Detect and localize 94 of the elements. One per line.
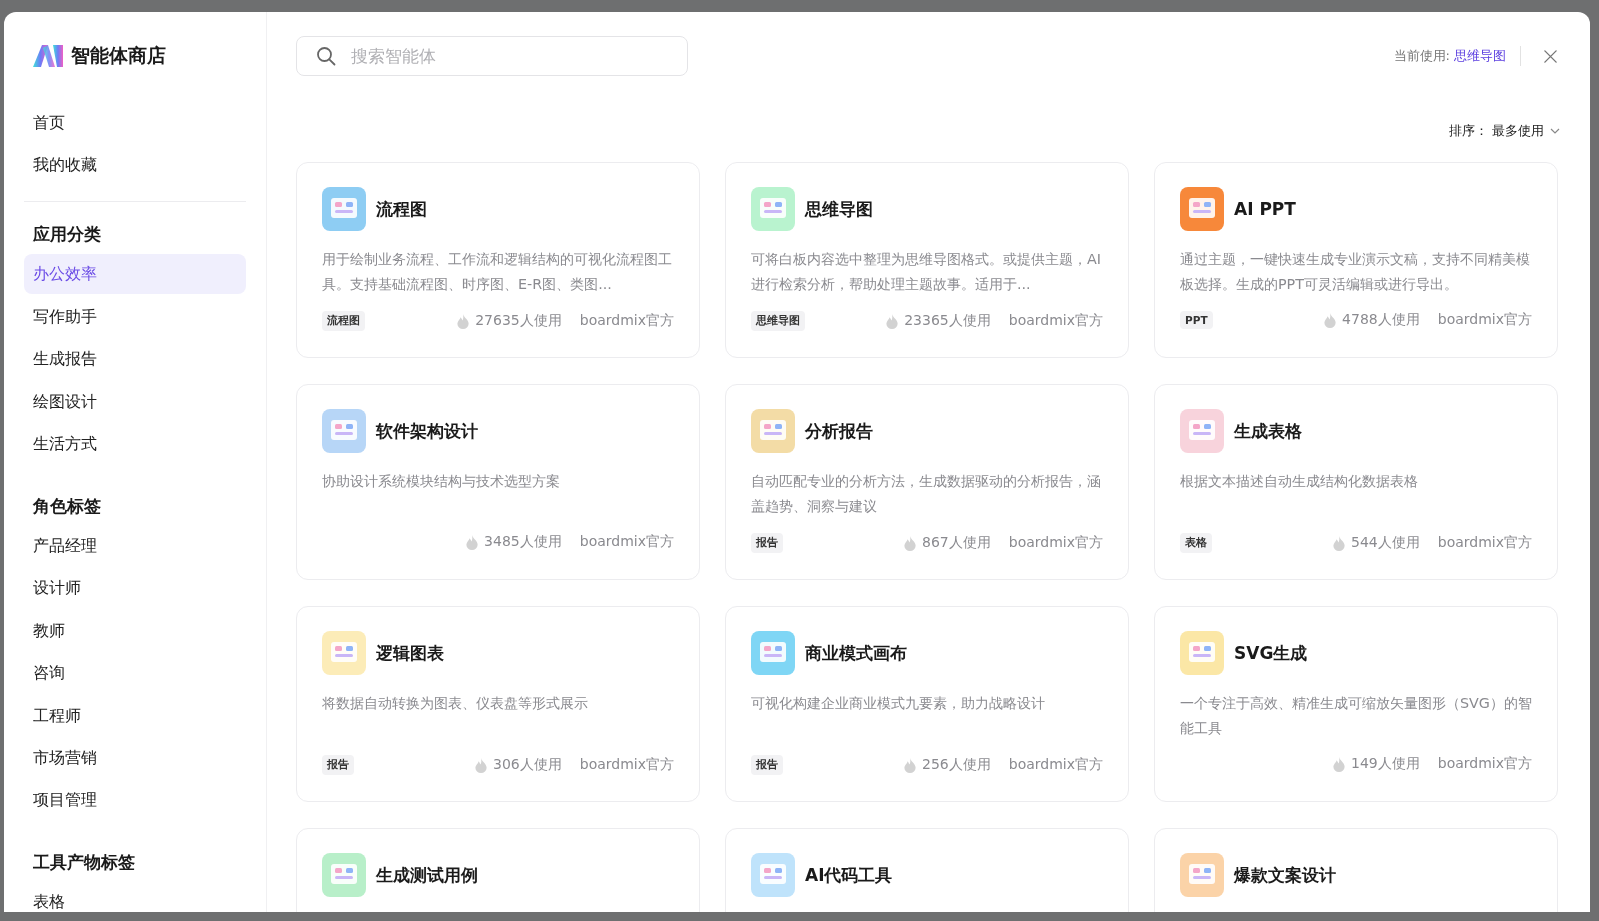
agent-name: 爆款文案设计 xyxy=(1234,863,1336,887)
author-label: boardmix官方 xyxy=(1008,756,1103,774)
agent-description: 可视化构建企业商业模式九要素，助力战略设计 xyxy=(751,694,1046,713)
agent-description: 用于绘制业务流程、工作流和逻辑结构的可视化流程图工具。支持基础流程图、时序图、E-R图、类图... xyxy=(322,250,673,294)
agent-description: 通过主题，一键快速生成专业演示文稿，支持不同精美模板选择。生成的PPT可灵活编辑或进行导出。 xyxy=(1180,250,1531,294)
sidebar-item[interactable]: 产品经理 xyxy=(24,525,246,566)
agent-card[interactable]: 爆款文案设计 xyxy=(1154,828,1558,912)
author-label: boardmix官方 xyxy=(1008,312,1103,330)
author-label: boardmix官方 xyxy=(579,312,674,330)
agent-card[interactable]: 软件架构设计 协助设计系统模块结构与技术选型方案 3485人使用 boardmix官方 xyxy=(296,384,700,580)
category-tag: 表格 xyxy=(1180,533,1212,553)
sidebar-item[interactable]: 首页 xyxy=(24,103,246,143)
agent-card[interactable]: AI PPT 通过主题，一键快速生成专业演示文稿，支持不同精美模板选择。生成的PPT可灵活编辑或进行导出。 PPT 4788人使用 boardmix官方 xyxy=(1154,162,1558,358)
chevron-down-icon xyxy=(1550,128,1560,134)
agent-name: 商业模式画布 xyxy=(805,641,907,665)
usage-count: 149人使用 xyxy=(1351,755,1420,773)
usage-count: 256人使用 xyxy=(922,756,991,774)
flame-icon xyxy=(886,313,899,329)
agent-card[interactable]: 分析报告 自动匹配专业的分析方法，生成数据驱动的分析报告，涵盖趋势、洞察与建议 报告 867人使用 boardmix官方 xyxy=(725,384,1129,580)
category-tag: 报告 xyxy=(322,755,354,775)
category-tag: 思维导图 xyxy=(751,311,805,331)
flame-icon xyxy=(904,757,916,773)
sidebar-item[interactable]: 工程师 xyxy=(24,695,246,736)
author-label: boardmix官方 xyxy=(1437,311,1532,329)
agent-card[interactable]: 生成表格 根据文本描述自动生成结构化数据表格 表格 544人使用 boardmix官方 xyxy=(1154,384,1558,580)
usage-count: 867人使用 xyxy=(922,534,991,552)
agent-description: 自动匹配专业的分析方法，生成数据驱动的分析报告，涵盖趋势、洞察与建议 xyxy=(751,472,1102,516)
agent-description: 一个专注于高效、精准生成可缩放矢量图形（SVG）的智能工具 xyxy=(1180,694,1532,738)
logo-icon xyxy=(33,45,63,67)
author-label: boardmix官方 xyxy=(1008,534,1103,552)
sidebar-item[interactable]: 生活方式 xyxy=(24,423,246,464)
flame-icon xyxy=(475,757,487,773)
usage-count: 4788人使用 xyxy=(1342,311,1420,329)
category-tag: PPT xyxy=(1180,311,1213,329)
agent-card[interactable]: 思维导图 可将白板内容选中整理为思维导图格式。或提供主题，AI进行检索分析，帮助处理主题故事。适用于... 思维导图 23365人使用 boardmix官方 xyxy=(725,162,1129,358)
agent-description: 将数据自动转换为图表、仪表盘等形式展示 xyxy=(322,694,589,713)
flame-icon xyxy=(904,535,916,551)
author-label: boardmix官方 xyxy=(579,533,674,551)
sidebar-item[interactable]: 表格 xyxy=(24,882,246,912)
section-heading: 角色标签 xyxy=(32,494,102,518)
agent-name: SVG生成 xyxy=(1234,641,1308,665)
sidebar-item[interactable]: 项目管理 xyxy=(24,780,246,821)
agent-card[interactable]: 商业模式画布 可视化构建企业商业模式九要素，助力战略设计 报告 256人使用 boardmix官方 xyxy=(725,606,1129,802)
current-use-label: 当前使用: xyxy=(1393,47,1450,65)
agent-name: 生成测试用例 xyxy=(376,863,478,887)
agent-description: 根据文本描述自动生成结构化数据表格 xyxy=(1180,472,1419,491)
sidebar-item[interactable]: 教师 xyxy=(24,610,246,651)
agent-card[interactable]: AI代码工具 xyxy=(725,828,1129,912)
sidebar-item[interactable]: 写作助手 xyxy=(24,296,246,337)
author-label: boardmix官方 xyxy=(1437,534,1532,552)
category-tag: 报告 xyxy=(751,533,783,553)
agent-name: AI PPT xyxy=(1234,199,1296,219)
current-use-link[interactable]: 思维导图 xyxy=(1454,47,1506,65)
usage-count: 544人使用 xyxy=(1351,534,1420,552)
sidebar-item[interactable]: 生成报告 xyxy=(24,339,246,380)
agent-name: 思维导图 xyxy=(805,197,873,221)
usage-count: 306人使用 xyxy=(493,756,562,774)
category-tag: 流程图 xyxy=(322,311,365,331)
usage-count: 27635人使用 xyxy=(475,312,562,330)
close-icon[interactable] xyxy=(1543,48,1558,64)
sidebar-item[interactable]: 咨询 xyxy=(24,653,246,694)
agent-description: 协助设计系统模块结构与技术选型方案 xyxy=(322,472,561,491)
sidebar-item[interactable]: 设计师 xyxy=(24,568,246,609)
sidebar-item[interactable]: 我的收藏 xyxy=(24,145,246,186)
sort-dropdown[interactable]: 排序： 最多使用 xyxy=(1449,122,1560,140)
author-label: boardmix官方 xyxy=(1437,755,1532,773)
agent-card[interactable]: SVG生成 一个专注于高效、精准生成可缩放矢量图形（SVG）的智能工具 149人使用 boardmix官方 xyxy=(1154,606,1558,802)
flame-icon xyxy=(1324,312,1337,328)
section-heading: 应用分类 xyxy=(32,223,102,247)
flame-icon xyxy=(466,534,479,550)
agent-card[interactable]: 逻辑图表 将数据自动转换为图表、仪表盘等形式展示 报告 306人使用 boardmix官方 xyxy=(296,606,700,802)
category-tag: 报告 xyxy=(751,755,783,775)
sidebar-item[interactable]: 办公效率 xyxy=(24,254,246,295)
usage-count: 3485人使用 xyxy=(484,533,562,551)
section-heading: 工具产物标签 xyxy=(32,851,136,875)
flame-icon xyxy=(1333,535,1345,551)
agent-name: 流程图 xyxy=(376,197,427,221)
agent-description: 可将白板内容选中整理为思维导图格式。或提供主题，AI进行检索分析，帮助处理主题故事。适用于... xyxy=(751,250,1102,294)
flame-icon xyxy=(457,313,470,329)
search-icon xyxy=(316,46,336,66)
author-label: boardmix官方 xyxy=(579,756,674,774)
app-title: 智能体商店 xyxy=(71,43,166,68)
agent-name: 生成表格 xyxy=(1234,419,1302,443)
search-field[interactable]: 搜索智能体 xyxy=(296,36,688,76)
sidebar-item[interactable]: 绘图设计 xyxy=(24,381,246,422)
usage-count: 23365人使用 xyxy=(904,312,991,330)
agent-name: 软件架构设计 xyxy=(376,419,478,443)
agent-card[interactable]: 流程图 用于绘制业务流程、工作流和逻辑结构的可视化流程图工具。支持基础流程图、时序图、E-R图、类图... 流程图 27635人使用 boardmix官方 xyxy=(296,162,700,358)
agent-name: AI代码工具 xyxy=(805,863,893,887)
agent-name: 分析报告 xyxy=(805,419,873,443)
agent-card[interactable]: 生成测试用例 xyxy=(296,828,700,912)
sidebar-item[interactable]: 市场营销 xyxy=(24,737,246,778)
agent-name: 逻辑图表 xyxy=(376,641,444,665)
flame-icon xyxy=(1333,756,1345,772)
